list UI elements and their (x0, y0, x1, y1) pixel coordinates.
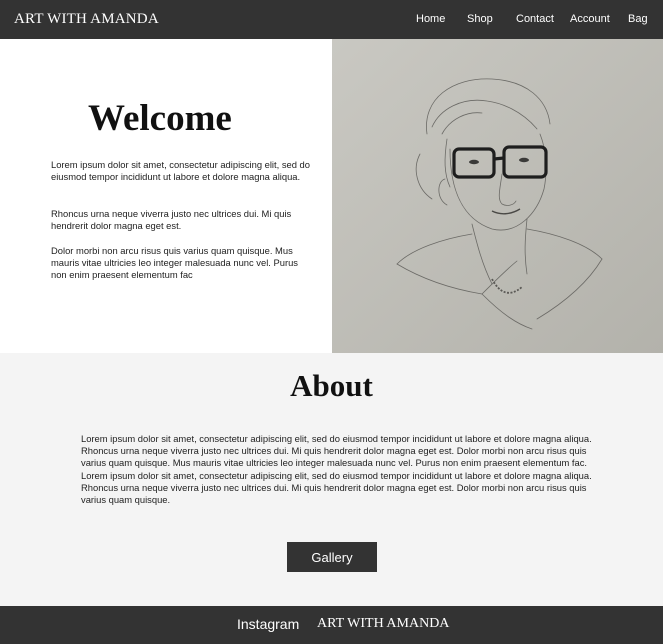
welcome-section (0, 39, 332, 353)
footer-bar: Instagram ART WITH AMANDA (0, 606, 663, 644)
gallery-button[interactable]: Gallery (287, 542, 377, 572)
about-title: About (290, 368, 373, 403)
nav-bag-link[interactable]: Bag (628, 13, 648, 25)
nav-account-link[interactable]: Account (570, 13, 610, 25)
portrait-sketch-image (332, 39, 663, 353)
welcome-title: Welcome (88, 98, 232, 139)
site-brand[interactable]: ART WITH AMANDA (14, 11, 159, 28)
nav-home-link[interactable]: Home (416, 13, 445, 25)
about-text: Lorem ipsum dolor sit amet, consectetur … (81, 433, 592, 506)
instagram-link[interactable]: Instagram (237, 616, 299, 632)
nav-shop-link[interactable]: Shop (467, 13, 493, 25)
top-nav-bar: ART WITH AMANDA Home Shop Contact Accoun… (0, 0, 663, 39)
nav-contact-link[interactable]: Contact (516, 13, 554, 25)
welcome-paragraph-2: Rhoncus urna neque viverra justo nec ult… (51, 208, 292, 231)
portrait-drawing (332, 39, 663, 353)
welcome-paragraph-3: Dolor morbi non arcu risus quis varius q… (51, 245, 298, 280)
welcome-paragraph-1: Lorem ipsum dolor sit amet, consectetur … (51, 159, 310, 182)
footer-brand: ART WITH AMANDA (317, 616, 450, 631)
